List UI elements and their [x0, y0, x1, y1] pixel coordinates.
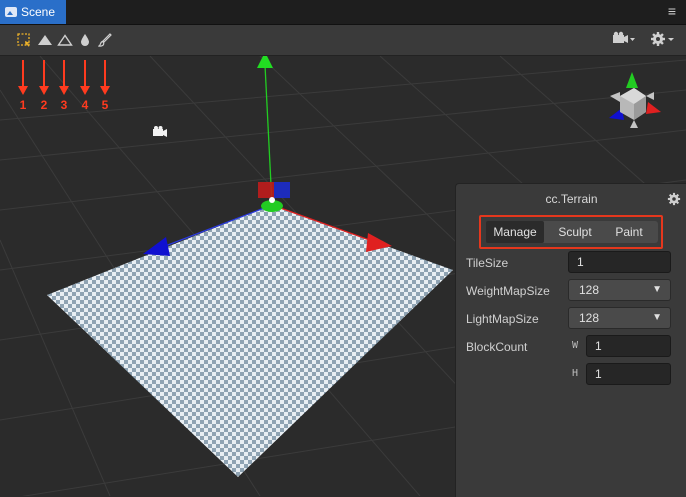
annotation-label-4: 4: [81, 98, 89, 112]
light-map-size-label: LightMapSize: [466, 312, 539, 326]
orientation-gizmo[interactable]: [609, 72, 661, 128]
chevron-down-icon: ▼: [652, 312, 662, 323]
chevron-down-icon: ▼: [652, 284, 662, 295]
scene-camera-icon[interactable]: [153, 126, 167, 137]
scene-icon: [5, 7, 17, 17]
annotation-label-5: 5: [101, 98, 109, 112]
panel-menu-icon[interactable]: ≡: [668, 3, 676, 19]
gear-icon[interactable]: [667, 192, 681, 209]
block-count-h-label: H: [572, 368, 579, 379]
tab-sculpt[interactable]: Sculpt: [546, 221, 604, 243]
gizmo-center[interactable]: [269, 197, 275, 203]
tile-size-label: TileSize: [466, 256, 509, 270]
tab-manage[interactable]: Manage: [486, 221, 544, 243]
tab-scene[interactable]: Scene: [0, 0, 66, 24]
terrain-panel: cc.Terrain Manage Sculpt Paint TileSize …: [455, 183, 686, 497]
annotation-label-3: 3: [60, 98, 68, 112]
gear-dropdown-icon[interactable]: [650, 31, 676, 50]
block-count-h-input[interactable]: 1: [586, 363, 671, 385]
terrain-mesh[interactable]: [47, 205, 453, 477]
annotation-label-1: 1: [19, 98, 27, 112]
terrain-lower-icon[interactable]: [56, 31, 74, 49]
xy-plane-handle[interactable]: [258, 182, 274, 198]
z-axis-handle[interactable]: [143, 237, 170, 256]
select-rect-icon[interactable]: [15, 31, 33, 49]
panel-title: cc.Terrain: [545, 192, 598, 206]
mode-tabs-highlight: Manage Sculpt Paint: [479, 215, 663, 249]
weight-map-size-value: 128: [579, 283, 600, 297]
block-count-w-input[interactable]: 1: [586, 335, 671, 357]
y-axis-handle[interactable]: [257, 56, 273, 68]
tile-size-input[interactable]: 1: [568, 251, 671, 273]
light-map-size-select[interactable]: 128 ▼: [568, 307, 671, 329]
block-count-label: BlockCount: [466, 340, 528, 354]
light-map-size-value: 128: [579, 311, 600, 325]
tab-scene-label: Scene: [21, 5, 56, 19]
weight-map-size-label: WeightMapSize: [466, 284, 550, 298]
weight-map-size-select[interactable]: 128 ▼: [568, 279, 671, 301]
brush-icon[interactable]: [96, 31, 114, 49]
tab-bar: Scene ≡: [0, 0, 686, 25]
annotation-arrows: [18, 60, 110, 95]
block-count-w-label: W: [572, 340, 579, 351]
tab-paint[interactable]: Paint: [600, 221, 658, 243]
mode-tabs: Manage Sculpt Paint: [484, 217, 658, 247]
scene-toolbar: [0, 25, 686, 56]
camera-dropdown-icon[interactable]: [612, 31, 636, 50]
drop-icon[interactable]: [76, 31, 94, 49]
annotation-label-2: 2: [40, 98, 48, 112]
yz-plane-handle[interactable]: [274, 182, 290, 198]
terrain-raise-icon[interactable]: [36, 31, 54, 49]
